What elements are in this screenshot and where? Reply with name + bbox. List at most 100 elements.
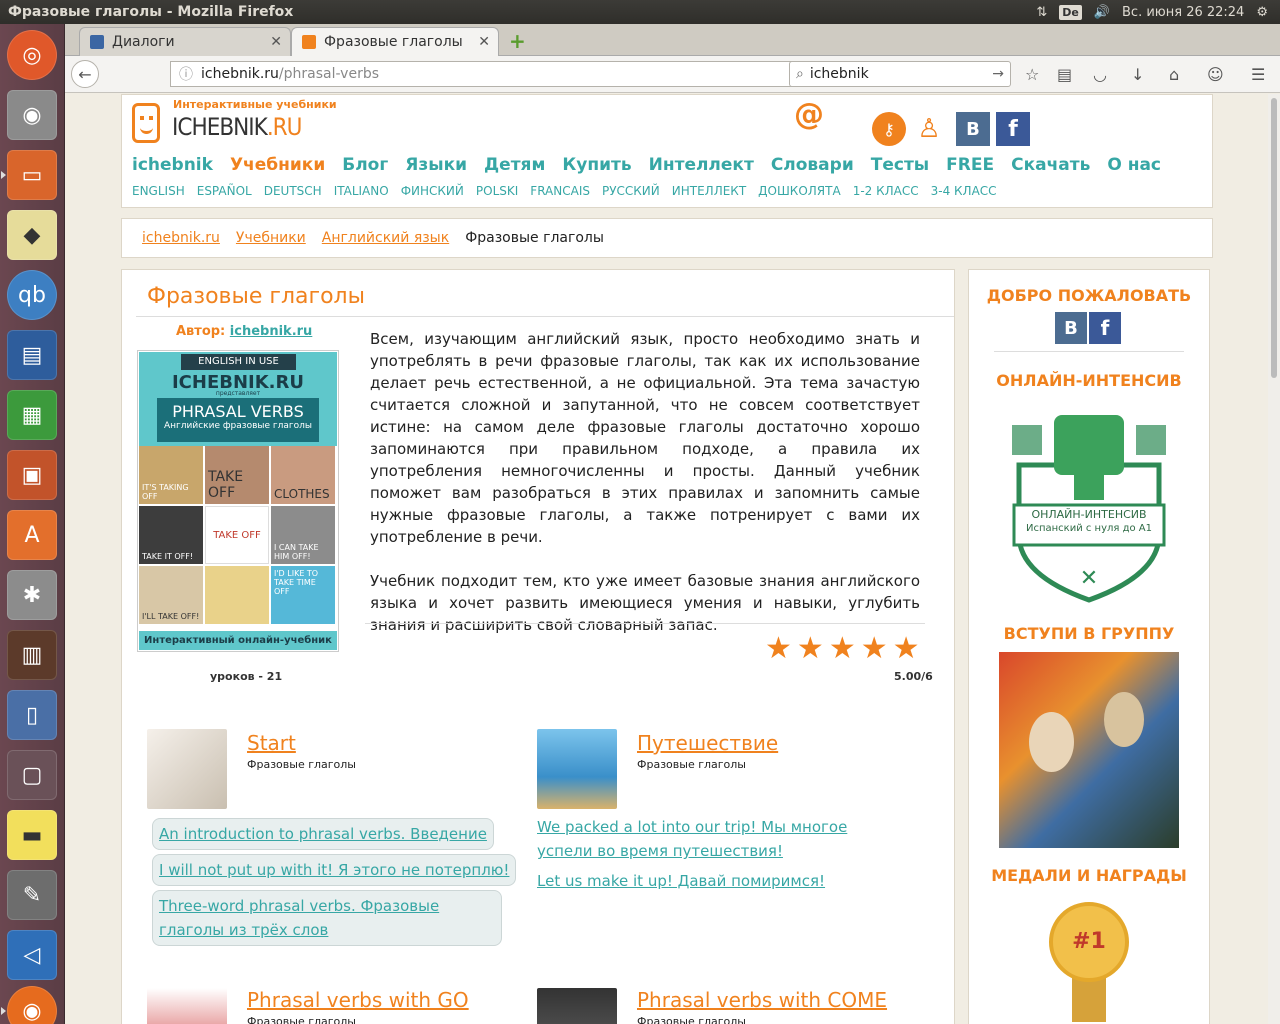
software-center-icon[interactable]: A bbox=[7, 510, 57, 560]
subnav-item[interactable]: ESPAÑOL bbox=[197, 184, 252, 198]
login-key-icon[interactable]: ⚷ bbox=[872, 112, 906, 146]
workspace-switcher-icon[interactable]: ▢ bbox=[7, 750, 57, 800]
chat-icon[interactable]: ☺ bbox=[1207, 65, 1224, 84]
back-button[interactable]: ← bbox=[71, 60, 99, 88]
scrollbar-thumb[interactable] bbox=[1271, 98, 1277, 378]
page-scrollbar[interactable] bbox=[1268, 94, 1280, 1024]
nav-item[interactable]: ichebnik bbox=[132, 155, 213, 175]
subnav-item[interactable]: ITALIANO bbox=[334, 184, 389, 198]
book-cover[interactable]: ENGLISH IN USE ICHEBNIK.RU представляет … bbox=[137, 350, 339, 652]
lesson-title-link[interactable]: Путешествие bbox=[637, 731, 778, 755]
star-icon[interactable]: ★ bbox=[765, 634, 792, 664]
search-go-icon[interactable]: → bbox=[992, 66, 1004, 82]
close-icon[interactable]: ✕ bbox=[478, 34, 490, 50]
library-icon[interactable]: ▥ bbox=[7, 630, 57, 680]
close-icon[interactable]: ✕ bbox=[270, 34, 282, 50]
lesson-link[interactable]: An introduction to phrasal verbs. Введен… bbox=[159, 825, 487, 843]
remmina-icon[interactable]: ◁ bbox=[7, 930, 57, 980]
firefox-icon[interactable]: ◉ bbox=[1, 986, 57, 1024]
nav-item[interactable]: Детям bbox=[484, 155, 545, 175]
lesson-thumbnail-man[interactable] bbox=[537, 988, 617, 1024]
keyboard-layout-indicator[interactable]: De bbox=[1059, 4, 1082, 20]
pdf-reader-icon[interactable]: ▯ bbox=[7, 690, 57, 740]
url-bar[interactable]: ⓘ ichebnik.ru/phrasal-verbs ▤↻ bbox=[170, 61, 850, 87]
nav-item[interactable]: Языки bbox=[405, 155, 467, 175]
rating-stars[interactable]: ★ ★ ★ ★ ★ bbox=[765, 634, 920, 664]
lesson-link-pill[interactable]: I will not put up with it! Я этого не по… bbox=[152, 854, 517, 886]
medal-image[interactable]: #1 bbox=[1044, 902, 1134, 1022]
speaker-app-icon[interactable]: ◉ bbox=[7, 90, 57, 140]
downloads-icon[interactable]: ↓ bbox=[1131, 65, 1144, 84]
nav-item[interactable]: Тесты bbox=[871, 155, 929, 175]
subnav-item[interactable]: ДОШКОЛЯТА bbox=[758, 184, 841, 198]
lesson-thumbnail-stairs[interactable] bbox=[147, 988, 227, 1024]
subnav-item[interactable]: FRANCAIS bbox=[530, 184, 590, 198]
subnav-item[interactable]: DEUTSCH bbox=[264, 184, 322, 198]
logo-icon[interactable] bbox=[132, 103, 160, 143]
star-icon[interactable]: ★ bbox=[829, 634, 856, 664]
lesson-link[interactable]: I will not put up with it! Я этого не по… bbox=[159, 861, 509, 879]
nav-item[interactable]: Словари bbox=[771, 155, 854, 175]
vk-button[interactable]: В bbox=[956, 112, 990, 146]
lesson-thumbnail-travel[interactable] bbox=[537, 729, 617, 809]
lesson-link-pill[interactable]: An introduction to phrasal verbs. Введен… bbox=[152, 818, 494, 850]
logo-text[interactable]: ICHEBNIK.RU bbox=[172, 113, 302, 141]
menu-icon[interactable]: ☰ bbox=[1251, 65, 1265, 84]
nav-item[interactable]: Купить bbox=[562, 155, 631, 175]
bookmark-star-icon[interactable]: ☆ bbox=[1025, 65, 1039, 84]
writer-icon[interactable]: ▤ bbox=[7, 330, 57, 380]
sticky-notes-icon[interactable]: ▬ bbox=[7, 810, 57, 860]
nav-item[interactable]: FREE bbox=[946, 155, 994, 175]
subnav-item[interactable]: ФИНСКИЙ bbox=[401, 184, 464, 198]
tab-dialogs[interactable]: Диалоги ✕ bbox=[79, 27, 291, 56]
volume-icon[interactable]: 🔊 bbox=[1094, 5, 1110, 20]
breadcrumb-link[interactable]: Учебники bbox=[236, 230, 306, 246]
bookmarks-list-icon[interactable]: ▤ bbox=[1057, 65, 1072, 84]
intensive-badge[interactable]: ✕ ОНЛАЙН-ИНТЕНСИВ Испанский с нуля до А1 bbox=[1004, 405, 1174, 605]
lesson-title-link[interactable]: Phrasal verbs with GO bbox=[247, 988, 469, 1012]
calc-icon[interactable]: ▦ bbox=[7, 390, 57, 440]
search-input[interactable]: ⌕ ichebnik → bbox=[789, 61, 1011, 87]
star-icon[interactable]: ★ bbox=[861, 634, 888, 664]
impress-icon[interactable]: ▣ bbox=[7, 450, 57, 500]
lesson-link[interactable]: Let us make it up! Давай помиримся! bbox=[537, 869, 825, 893]
subnav-item[interactable]: ENGLISH bbox=[132, 184, 185, 198]
network-icon[interactable]: ⇅ bbox=[1036, 5, 1047, 20]
facebook-button[interactable]: f bbox=[996, 112, 1030, 146]
lesson-title-link[interactable]: Phrasal verbs with COME bbox=[637, 988, 887, 1012]
dash-home-icon[interactable]: ◎ bbox=[7, 30, 57, 80]
facebook-button[interactable]: f bbox=[1089, 312, 1121, 344]
lesson-link[interactable]: Three-word phrasal verbs. Фразовые глаго… bbox=[159, 897, 439, 939]
subnav-item[interactable]: 1-2 КЛАСС bbox=[853, 184, 919, 198]
system-settings-icon[interactable]: ✱ bbox=[7, 570, 57, 620]
qbittorrent-icon[interactable]: qb bbox=[7, 270, 57, 320]
star-icon[interactable]: ★ bbox=[893, 634, 920, 664]
nav-item[interactable]: Учебники bbox=[230, 155, 325, 175]
new-tab-icon[interactable]: + bbox=[509, 29, 526, 53]
breadcrumb-link[interactable]: ichebnik.ru bbox=[142, 230, 220, 246]
subnav-item[interactable]: РУССКИЙ bbox=[602, 184, 660, 198]
power-icon[interactable]: ⚙ bbox=[1256, 5, 1268, 20]
star-icon[interactable]: ★ bbox=[797, 634, 824, 664]
subnav-item[interactable]: 3-4 КЛАСС bbox=[931, 184, 997, 198]
nav-item[interactable]: Блог bbox=[342, 155, 388, 175]
lesson-link[interactable]: We packed a lot into our trip! Мы многое… bbox=[537, 815, 897, 863]
lesson-link-pill[interactable]: Three-word phrasal verbs. Фразовые глаго… bbox=[152, 890, 502, 946]
group-painting-image[interactable] bbox=[999, 652, 1179, 848]
nav-item[interactable]: Интеллект bbox=[649, 155, 754, 175]
home-icon[interactable]: ⌂ bbox=[1169, 65, 1179, 84]
lesson-title-link[interactable]: Start bbox=[247, 731, 296, 755]
tab-phrasal-verbs[interactable]: Фразовые глаголы ✕ bbox=[291, 27, 499, 56]
user-profile-icon[interactable]: ♙ bbox=[912, 112, 946, 146]
nav-item[interactable]: Скачать bbox=[1011, 155, 1090, 175]
mail-icon[interactable]: @ bbox=[794, 97, 824, 132]
subnav-item[interactable]: POLSKI bbox=[476, 184, 518, 198]
clock[interactable]: Вс. июня 26 22:24 bbox=[1122, 5, 1244, 20]
gimp-icon[interactable]: ✎ bbox=[7, 870, 57, 920]
vk-button[interactable]: В bbox=[1055, 312, 1087, 344]
subnav-item[interactable]: ИНТЕЛЛЕКТ bbox=[672, 184, 746, 198]
lesson-thumbnail-alarm-clock[interactable] bbox=[147, 729, 227, 809]
nav-item[interactable]: О нас bbox=[1107, 155, 1161, 175]
files-icon[interactable]: ▭ bbox=[1, 150, 57, 200]
pocket-icon[interactable]: ◡ bbox=[1093, 65, 1107, 84]
